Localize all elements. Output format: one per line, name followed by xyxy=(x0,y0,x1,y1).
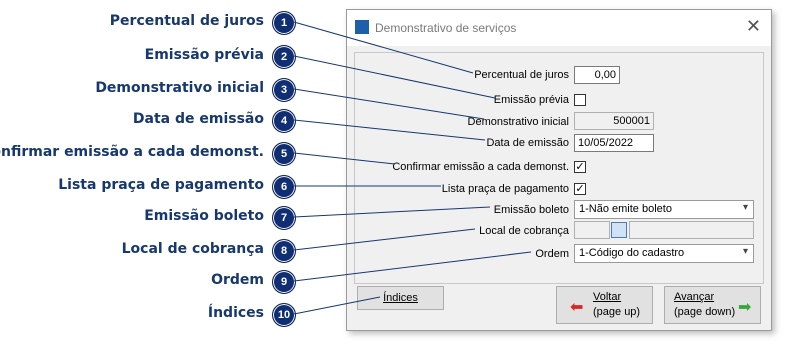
emissao-boleto-value: 1-Não emite boleto xyxy=(579,203,672,215)
emissao-boleto-label: Emissão boleto xyxy=(493,204,569,216)
voltar-button-sublabel: (page up) xyxy=(593,306,641,318)
chevron-down-icon: ▾ xyxy=(742,246,748,257)
search-icon[interactable] xyxy=(611,222,627,238)
voltar-button[interactable]: ⬅ Voltar (page up) xyxy=(556,286,653,324)
avancar-button-label: Avançar xyxy=(674,291,715,303)
confirmar-emissao-checkbox[interactable]: ✓ xyxy=(574,161,586,173)
avancar-button[interactable]: Avançar (page down) ➡ xyxy=(664,286,761,324)
local-cobranca-description xyxy=(629,221,754,239)
callout-label-5: Confirmar emissão a cada demonst. xyxy=(0,144,264,160)
callout-label-1: Percentual de juros xyxy=(109,13,264,29)
confirmar-emissao-label: Confirmar emissão a cada demonst. xyxy=(392,161,569,173)
callout-label-2: Emissão prévia xyxy=(144,47,264,63)
indices-button[interactable]: Índices xyxy=(357,286,444,310)
callout-label-6: Lista praça de pagamento xyxy=(58,177,264,193)
dialog-window: Demonstrativo de serviços ✕ Percentual d… xyxy=(346,9,772,331)
callout-badge-9: 9 xyxy=(272,270,296,294)
callout-badge-7: 7 xyxy=(272,206,296,230)
avancar-button-sublabel: (page down) xyxy=(674,306,736,318)
arrow-right-icon: ➡ xyxy=(738,299,752,316)
app-icon xyxy=(355,20,369,34)
percentual-juros-input[interactable]: 0,00 xyxy=(574,66,620,84)
demonstrativo-inicial-label: Demonstrativo inicial xyxy=(467,116,569,128)
callout-label-7: Emissão boleto xyxy=(144,208,264,224)
callout-label-10: Índices xyxy=(207,305,264,321)
voltar-button-label: Voltar xyxy=(593,291,622,303)
indices-button-label: Índices xyxy=(383,292,418,304)
callout-label-3: Demonstrativo inicial xyxy=(95,80,264,96)
callout-badge-4: 4 xyxy=(272,109,296,133)
callout-badge-1: 1 xyxy=(272,11,296,35)
callout-label-8: Local de cobrança xyxy=(121,241,264,257)
callout-label-9: Ordem xyxy=(211,272,264,288)
percentual-juros-label: Percentual de juros xyxy=(474,69,569,81)
emissao-boleto-select[interactable]: 1-Não emite boleto ▾ xyxy=(574,200,754,219)
callout-badge-2: 2 xyxy=(272,45,296,69)
ordem-value: 1-Código do cadastro xyxy=(579,247,685,259)
local-cobranca-input[interactable] xyxy=(574,221,610,239)
local-cobranca-label: Local de cobrança xyxy=(479,225,569,237)
demonstrativo-inicial-input[interactable]: 500001 xyxy=(574,112,654,130)
ordem-label: Ordem xyxy=(535,248,569,260)
callout-badge-3: 3 xyxy=(272,78,296,102)
close-icon[interactable]: ✕ xyxy=(746,16,761,37)
ordem-select[interactable]: 1-Código do cadastro ▾ xyxy=(574,244,754,263)
title-bar: Demonstrativo de serviços ✕ xyxy=(347,10,771,46)
lista-praca-label: Lista praça de pagamento xyxy=(441,183,569,195)
lista-praca-checkbox[interactable]: ✓ xyxy=(574,183,586,195)
callout-badge-5: 5 xyxy=(272,142,296,166)
arrow-left-icon: ⬅ xyxy=(570,299,584,316)
data-emissao-input[interactable]: 10/05/2022 xyxy=(574,134,654,152)
dialog-title: Demonstrativo de serviços xyxy=(375,21,517,35)
callout-label-4: Data de emissão xyxy=(132,111,264,127)
emissao-previa-label: Emissão prévia xyxy=(493,94,569,106)
callout-badge-6: 6 xyxy=(272,175,296,199)
chevron-down-icon: ▾ xyxy=(742,202,748,213)
callout-badge-10: 10 xyxy=(272,303,296,327)
data-emissao-label: Data de emissão xyxy=(486,137,569,149)
callout-badge-8: 8 xyxy=(272,239,296,263)
emissao-previa-checkbox[interactable] xyxy=(574,94,586,106)
